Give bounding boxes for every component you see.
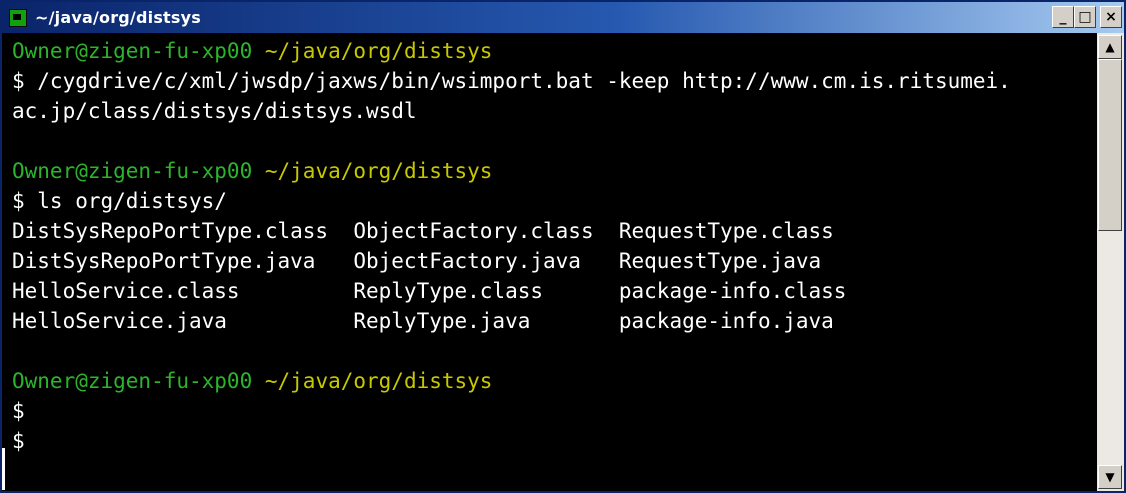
scroll-down-arrow-icon[interactable]: ▼ bbox=[1098, 465, 1122, 489]
title-bar[interactable]: ~/java/org/distsys _ □ × bbox=[2, 2, 1124, 33]
terminal-line-listing: HelloService.java ReplyType.java package… bbox=[12, 309, 834, 333]
close-button[interactable]: × bbox=[1100, 6, 1122, 28]
maximize-button[interactable]: □ bbox=[1074, 6, 1096, 28]
scroll-up-arrow-icon[interactable]: ▲ bbox=[1098, 35, 1122, 59]
vertical-scrollbar[interactable]: ▲ ▼ bbox=[1097, 33, 1124, 491]
terminal-line-command: $ ls org/distsys/ bbox=[12, 189, 227, 213]
terminal-line-prompt: Owner@zigen-fu-xp00 ~/java/org/distsys bbox=[12, 156, 492, 186]
prompt-path: ~/java/org/distsys bbox=[264, 369, 493, 393]
terminal-line-prompt: Owner@zigen-fu-xp00 ~/java/org/distsys bbox=[12, 366, 492, 396]
minimize-button[interactable]: _ bbox=[1052, 6, 1074, 28]
prompt-user-host: Owner@zigen-fu-xp00 bbox=[12, 369, 253, 393]
terminal-app-icon[interactable] bbox=[9, 8, 27, 27]
terminal-line-listing: DistSysRepoPortType.class ObjectFactory.… bbox=[12, 219, 834, 243]
scrollbar-thumb[interactable] bbox=[1098, 59, 1122, 231]
terminal-output[interactable]: Owner@zigen-fu-xp00 ~/java/org/distsys $… bbox=[2, 33, 1095, 491]
prompt-user-host: Owner@zigen-fu-xp00 bbox=[12, 159, 253, 183]
terminal-line-shell-prompt: $ bbox=[12, 429, 25, 453]
prompt-path: ~/java/org/distsys bbox=[264, 159, 493, 183]
left-edge-bar bbox=[2, 448, 5, 490]
prompt-path: ~/java/org/distsys bbox=[264, 39, 493, 63]
window-title: ~/java/org/distsys bbox=[35, 8, 201, 27]
terminal-line-listing: HelloService.class ReplyType.class packa… bbox=[12, 279, 847, 303]
terminal-line-command-wrap: ac.jp/class/distsys/distsys.wsdl bbox=[12, 99, 417, 123]
terminal-line-shell-prompt: $ bbox=[12, 399, 25, 423]
prompt-user-host: Owner@zigen-fu-xp00 bbox=[12, 39, 253, 63]
terminal-line-prompt: Owner@zigen-fu-xp00 ~/java/org/distsys bbox=[12, 36, 492, 66]
terminal-line-command: $ /cygdrive/c/xml/jwsdp/jaxws/bin/wsimpo… bbox=[12, 69, 1011, 93]
terminal-line-listing: DistSysRepoPortType.java ObjectFactory.j… bbox=[12, 249, 822, 273]
terminal-window: ~/java/org/distsys _ □ × Owner@zigen-fu-… bbox=[0, 0, 1126, 493]
